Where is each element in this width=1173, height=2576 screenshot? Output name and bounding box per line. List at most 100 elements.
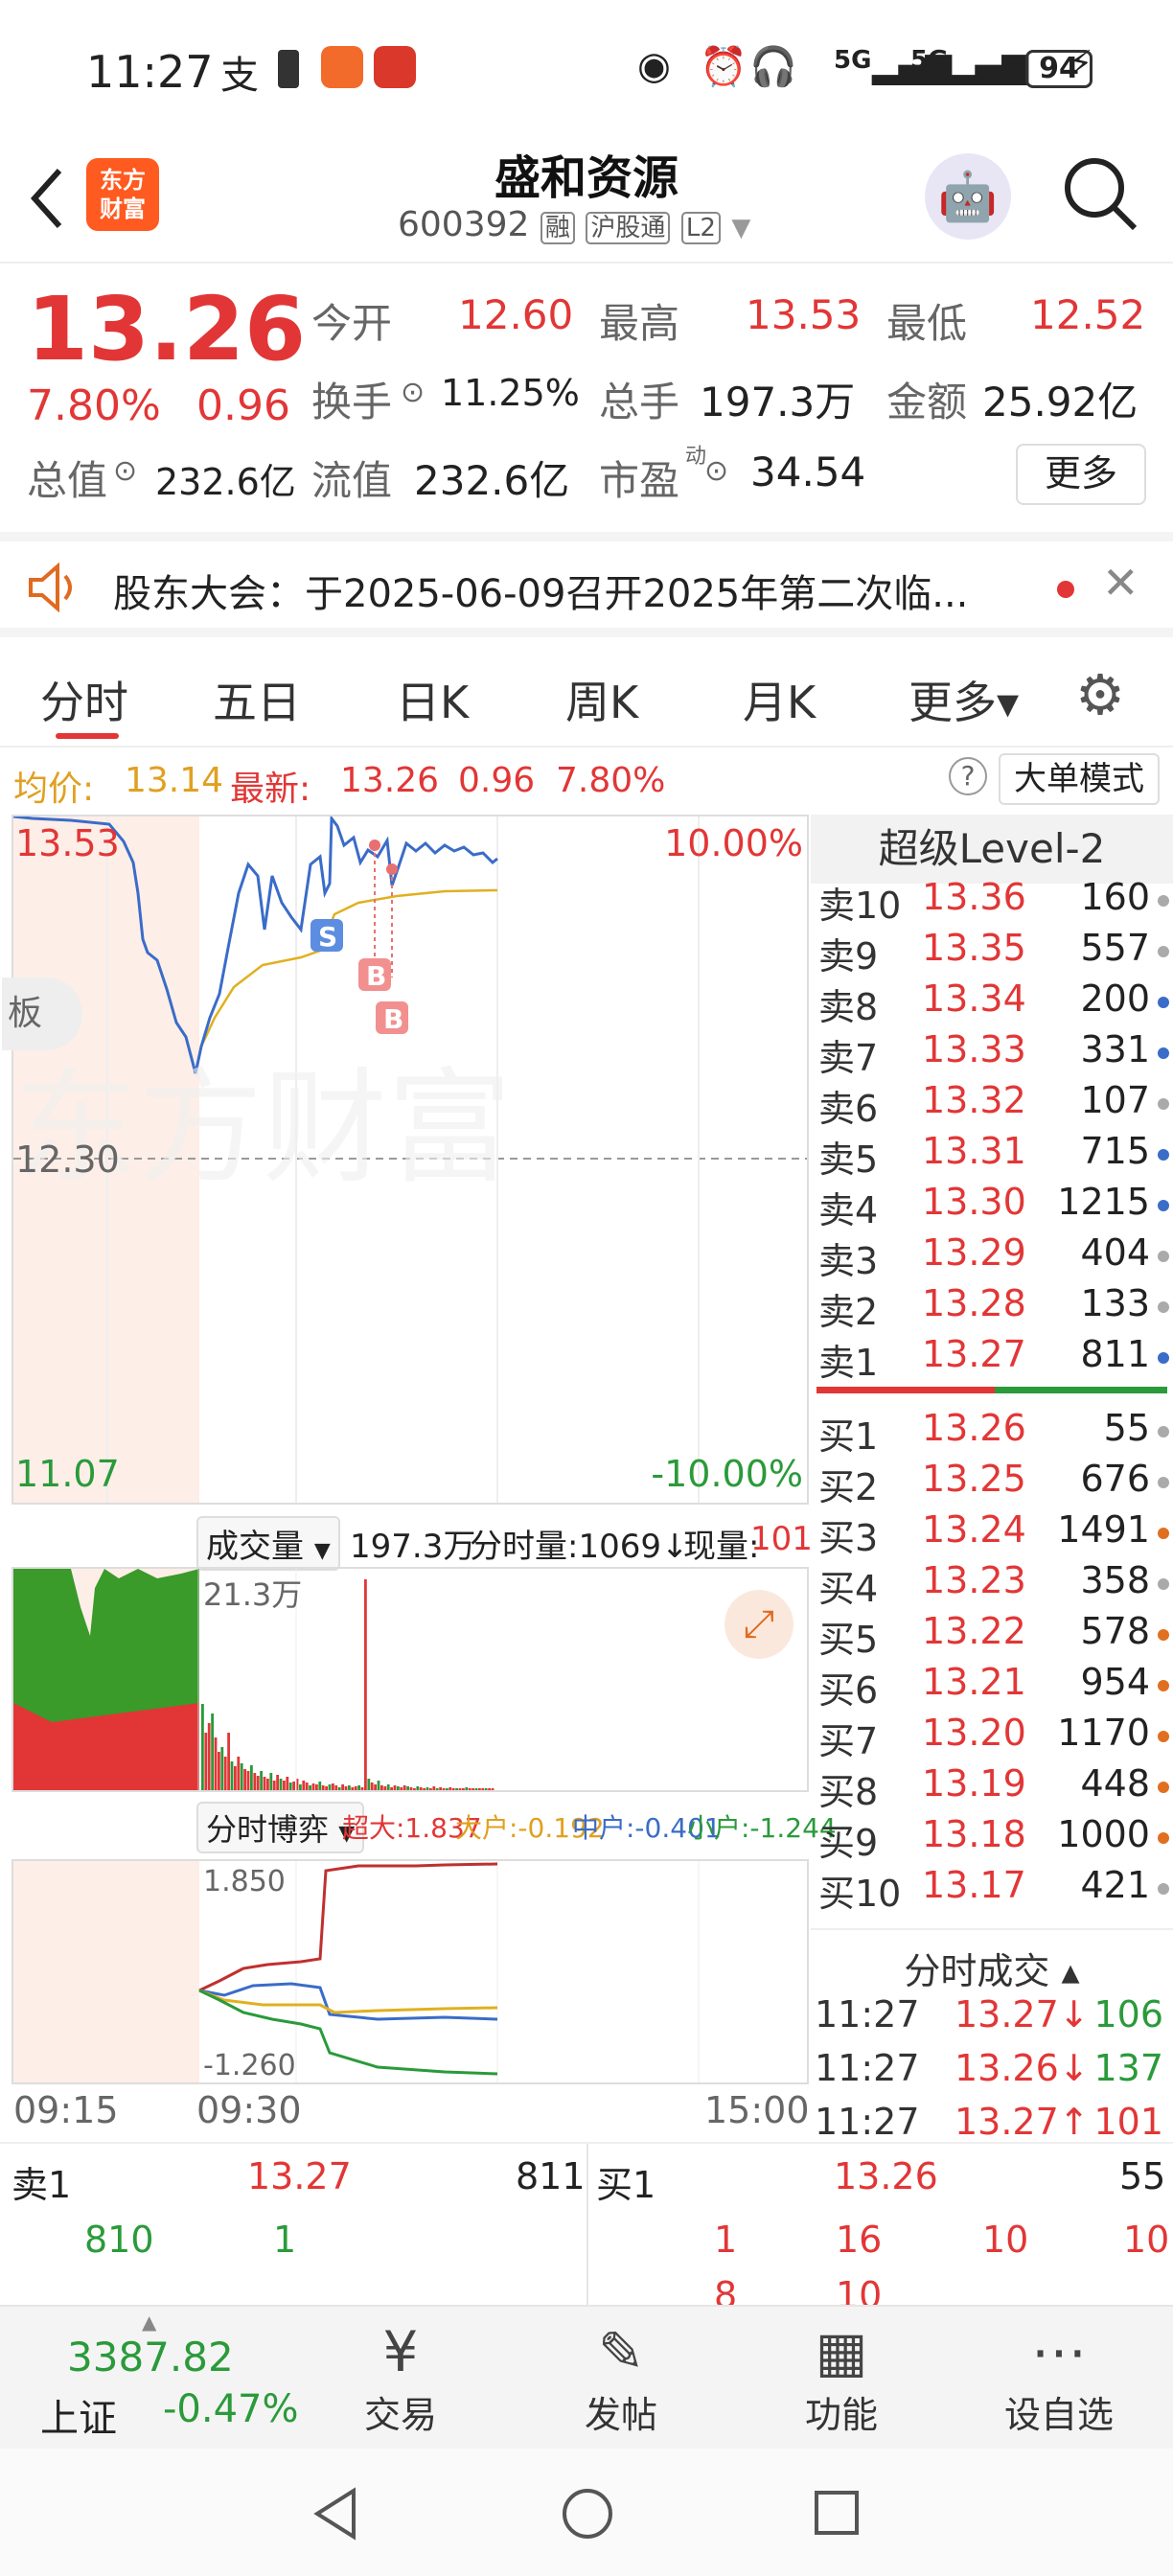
bid-row[interactable]: 买10 13.17 421 xyxy=(818,1864,1173,1915)
notice-text: 股东大会：于2025-06-09召开2025年第二次临... xyxy=(113,572,969,616)
volume-bar xyxy=(341,1784,344,1790)
queue-bid-label: 买1 xyxy=(596,2164,656,2206)
ask-row[interactable]: 卖10 13.36 160 xyxy=(818,876,1173,927)
bid-row[interactable]: 买5 13.22 578 xyxy=(818,1610,1173,1661)
settings-gear-icon[interactable]: ⚙ xyxy=(1075,662,1125,727)
volume-selector[interactable]: 成交量 ▼ xyxy=(196,1516,340,1571)
ask-dot xyxy=(1158,1200,1169,1211)
intraday-chart[interactable]: 东方财富 S B B 13.53 10.00% 12.30 11.07 -10.… xyxy=(2,815,809,1505)
volume-bar xyxy=(260,1771,263,1790)
ask-row[interactable]: 卖9 13.35 557 xyxy=(818,927,1173,978)
chart-tabs: 分时 五日 日K 周K 月K 更多▾ ⚙ xyxy=(0,637,1173,748)
volume-bar xyxy=(292,1782,295,1790)
mktcap-value: 232.6亿 xyxy=(155,461,296,503)
recent-apps-icon[interactable] xyxy=(813,2489,861,2537)
volume-bar xyxy=(256,1776,260,1790)
bid-row[interactable]: 买9 13.18 1000 xyxy=(818,1813,1173,1864)
orderbook-title[interactable]: 超级Level-2 xyxy=(811,815,1173,884)
tab-five-day[interactable]: 五日 xyxy=(213,668,301,731)
trade-ticker[interactable]: 分时成交 ▴ 11:27 13.27↓ 106 11:27 13.26↓ 137 11:27… xyxy=(811,1928,1173,2147)
queue-bid-q: 10 xyxy=(1123,2219,1170,2261)
eye-icon: ◉ xyxy=(637,44,671,88)
bid-row[interactable]: 买2 13.25 676 xyxy=(818,1458,1173,1508)
volume-bar xyxy=(288,1782,292,1790)
flow-chart[interactable]: 1.850 -1.260 xyxy=(12,1859,809,2084)
bid-volume: 1170 xyxy=(1057,1712,1150,1754)
flow-selector[interactable]: 分时博弈 ▼ xyxy=(196,1802,365,1853)
bid-volume: 421 xyxy=(1080,1864,1150,1906)
bid-dot xyxy=(1158,1629,1169,1641)
ask-row[interactable]: 卖2 13.28 133 xyxy=(818,1282,1173,1333)
bid-row[interactable]: 买6 13.21 954 xyxy=(818,1661,1173,1712)
nav-post[interactable]: ✎ 发帖 xyxy=(544,2318,698,2438)
bid-row[interactable]: 买7 13.20 1170 xyxy=(818,1712,1173,1762)
index-widget[interactable]: ▲ 3387.82 上证 -0.47% xyxy=(0,2307,307,2450)
volume-bar xyxy=(472,1788,474,1790)
ask-volume: 1215 xyxy=(1057,1181,1150,1223)
search-icon[interactable] xyxy=(1062,155,1138,232)
volume-bar xyxy=(230,1761,234,1790)
ask-row[interactable]: 卖4 13.30 1215 xyxy=(818,1181,1173,1231)
volume-chart[interactable]: 21.3万 ⤢ xyxy=(12,1567,809,1792)
nav-trade-label: 交易 xyxy=(363,2394,437,2436)
big-order-mode-button[interactable]: 大单模式 xyxy=(999,753,1160,805)
home-circle-icon[interactable] xyxy=(561,2487,614,2541)
more-button[interactable]: 更多 xyxy=(1016,444,1146,505)
back-triangle-icon[interactable] xyxy=(311,2487,359,2541)
help-icon[interactable]: ? xyxy=(949,757,987,795)
close-icon[interactable]: ✕ xyxy=(1102,557,1139,609)
tab-more[interactable]: 更多▾ xyxy=(908,668,1019,731)
volume-bar xyxy=(328,1784,332,1790)
volume-selector-label: 成交量 xyxy=(206,1528,304,1566)
bid-row[interactable]: 买3 13.24 1491 xyxy=(818,1508,1173,1559)
volume-bar xyxy=(455,1788,458,1790)
notice-bar[interactable]: 股东大会：于2025-06-09召开2025年第二次临... ✕ xyxy=(0,532,1173,637)
trade-time: 11:27 xyxy=(815,1993,920,2036)
ask-row[interactable]: 卖1 13.27 811 xyxy=(818,1333,1173,1384)
ask-row[interactable]: 卖3 13.29 404 xyxy=(818,1231,1173,1282)
info-icon[interactable]: ⊙ xyxy=(704,454,728,488)
stock-code-row[interactable]: 600392 融 沪股通 L2 ▼ xyxy=(398,205,750,244)
bid-row[interactable]: 买1 13.26 55 xyxy=(818,1407,1173,1458)
bid-row[interactable]: 买8 13.19 448 xyxy=(818,1762,1173,1813)
volume-bar xyxy=(491,1788,494,1790)
info-icon[interactable]: ⊙ xyxy=(113,454,137,488)
stock-code: 600392 xyxy=(398,205,530,244)
bid-level-label: 买2 xyxy=(818,1466,879,1508)
nav-functions[interactable]: ▦ 功能 xyxy=(765,2318,918,2438)
volume-bar xyxy=(419,1787,423,1790)
sim-icon xyxy=(278,50,299,88)
nav-trade[interactable]: ¥ 交易 xyxy=(324,2318,477,2438)
tab-monthly-k[interactable]: 月K xyxy=(743,668,816,731)
index-name: 上证 xyxy=(40,2397,117,2441)
flow-header: 分时博弈 ▼ 超大:1.837 大户:-0.192 中户:-0.401 小户:-… xyxy=(196,1798,837,1855)
volume-bar xyxy=(302,1781,306,1790)
mktcap-label: 总值 xyxy=(27,457,108,504)
bottom-nav: ▲ 3387.82 上证 -0.47% ¥ 交易 ✎ 发帖 ▦ 功能 ⋯ 设自选 xyxy=(0,2305,1173,2449)
tab-daily-k[interactable]: 日K xyxy=(396,668,469,731)
side-panel-tab[interactable]: 板 xyxy=(2,978,82,1050)
tab-intraday[interactable]: 分时 xyxy=(40,668,128,731)
nav-add-watchlist[interactable]: ⋯ 设自选 xyxy=(982,2318,1136,2438)
robot-assistant-icon[interactable]: 🤖 xyxy=(925,153,1011,240)
volume-bar xyxy=(351,1787,355,1790)
expand-icon[interactable]: ⤢ xyxy=(724,1590,794,1659)
info-icon[interactable]: ⊙ xyxy=(401,376,425,409)
ask-row[interactable]: 卖6 13.32 107 xyxy=(818,1079,1173,1130)
ask-row[interactable]: 卖8 13.34 200 xyxy=(818,978,1173,1028)
tab-weekly-k[interactable]: 周K xyxy=(565,668,638,731)
volume-bar xyxy=(246,1771,250,1790)
avg-label: 均价: xyxy=(13,770,95,809)
volume-bar xyxy=(214,1737,218,1790)
volume-bar xyxy=(305,1782,309,1790)
ask-row[interactable]: 卖5 13.31 715 xyxy=(818,1130,1173,1181)
y-axis-bottom-pct: -10.00% xyxy=(651,1453,803,1495)
trades-title[interactable]: 分时成交 ▴ xyxy=(811,1942,1173,1994)
trade-price: 13.26↓ xyxy=(954,2047,1090,2089)
bid-row[interactable]: 买4 13.23 358 xyxy=(818,1559,1173,1610)
bid-dot xyxy=(1158,1528,1169,1539)
volume-bar xyxy=(393,1785,397,1790)
volume-bar xyxy=(318,1782,322,1790)
ask-row[interactable]: 卖7 13.33 331 xyxy=(818,1028,1173,1079)
ask-level-label: 卖4 xyxy=(818,1189,879,1231)
